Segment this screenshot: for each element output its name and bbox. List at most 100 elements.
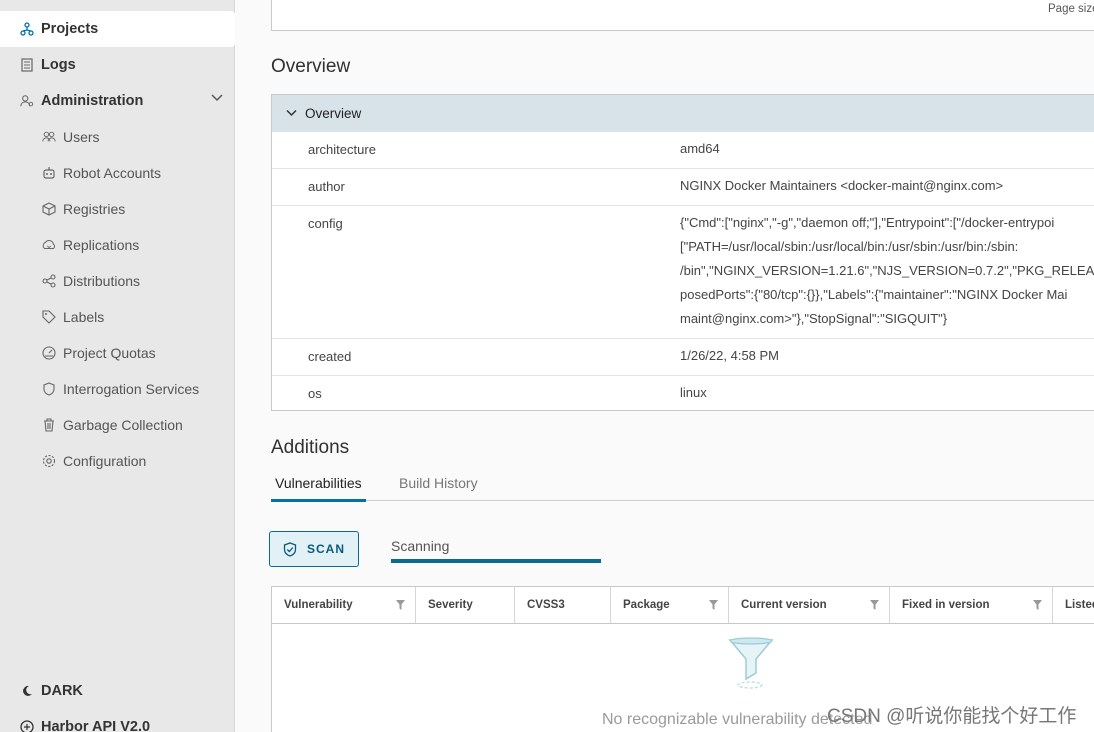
administration-icon [20,94,34,108]
scan-button-label: SCAN [306,542,345,556]
api-link-label: Harbor API V2.0 [41,719,151,732]
api-icon [20,720,34,732]
sidebar-item-label: Distributions [63,273,141,289]
page-size-label: Page size [1048,3,1094,15]
gear-icon [42,454,56,468]
column-listed[interactable]: Listed [1053,587,1094,623]
scan-progress-bar [391,559,601,563]
sidebar-item-label: Users [63,129,100,145]
registries-icon [42,202,56,216]
column-current-version[interactable]: Current version [729,587,890,623]
overview-key: author [308,179,345,194]
sidebar-item-label: Project Quotas [63,345,156,361]
sidebar-item-replications[interactable]: Replications [0,227,235,263]
sidebar-item-logs[interactable]: Logs [0,47,235,83]
tab-build-history[interactable]: Build History [399,475,478,499]
users-icon [42,130,56,144]
overview-value: amd64 [680,141,720,156]
tab-vulnerabilities[interactable]: Vulnerabilities [271,475,366,502]
overview-key: architecture [308,142,376,157]
filter-icon[interactable] [709,600,718,610]
chevron-down-icon[interactable] [211,94,223,102]
trash-icon [42,418,56,432]
overview-row: os linux [272,375,1094,411]
theme-toggle-label: DARK [41,683,83,699]
column-cvss3[interactable]: CVSS3 [515,587,611,623]
tag-icon [42,310,56,324]
sidebar-item-interrogation-services[interactable]: Interrogation Services [0,371,235,407]
column-label: Listed [1065,599,1094,611]
sidebar-item-label: Replications [63,237,140,253]
empty-filter-icon [728,637,774,691]
sidebar-item-label: Registries [63,201,126,217]
overview-title: Overview [271,56,351,77]
overview-panel-header[interactable]: Overview [272,95,1094,131]
overview-row: architecture amd64 [272,131,1094,168]
main-content: Page size 15 Overview Overview architect… [236,0,1094,732]
sidebar-item-robot-accounts[interactable]: Robot Accounts [0,155,235,191]
sidebar-item-label: Interrogation Services [63,381,200,397]
moon-icon [20,684,34,698]
shield-check-icon [283,541,297,557]
column-package[interactable]: Package [611,587,729,623]
column-label: CVSS3 [527,599,565,611]
sidebar-item-label: Robot Accounts [63,165,162,181]
column-label: Current version [741,599,827,611]
sidebar-item-label: Labels [63,309,105,325]
sidebar-item-label: Projects [41,21,99,37]
overview-key: os [308,386,322,401]
additions-title: Additions [271,437,350,458]
shield-icon [42,382,56,396]
grid-header: Vulnerability Severity CVSS3 Package Cur… [272,587,1094,624]
api-link[interactable]: Harbor API V2.0 [0,709,235,732]
filter-icon[interactable] [396,600,405,610]
column-fixed-in-version[interactable]: Fixed in version [890,587,1053,623]
share-icon [42,274,56,288]
additions-tabs: Vulnerabilities Build History [271,471,1094,502]
dashboard-icon [42,346,56,360]
sidebar-item-garbage-collection[interactable]: Garbage Collection [0,407,235,443]
sidebar-item-label: Configuration [63,453,147,469]
sidebar-item-users[interactable]: Users [0,119,235,155]
column-label: Fixed in version [902,599,990,611]
replications-icon [42,238,56,252]
overview-key: created [308,349,352,364]
overview-value: 1/26/22, 4:58 PM [680,348,780,363]
overview-value: NGINX Docker Maintainers <docker-maint@n… [680,178,1004,193]
sidebar-item-registries[interactable]: Registries [0,191,235,227]
overview-panel-title: Overview [305,105,362,121]
overview-row: config {"Cmd":["nginx","-g","daemon off;… [272,205,1094,338]
sidebar-item-labels[interactable]: Labels [0,299,235,335]
column-label: Package [623,599,670,611]
logs-icon [20,58,34,72]
overview-key: config [308,216,343,231]
sidebar-item-project-quotas[interactable]: Project Quotas [0,335,235,371]
sidebar-item-label: Garbage Collection [63,417,183,433]
scan-button[interactable]: SCAN [269,531,359,567]
robot-icon [42,166,56,180]
overview-value: {"Cmd":["nginx","-g","daemon off;"],"Ent… [680,215,1094,326]
pagination-bar: Page size 15 [271,0,1094,31]
sidebar-item-projects[interactable]: Projects [0,11,235,47]
column-vulnerability[interactable]: Vulnerability [272,587,416,623]
sidebar-item-label: Administration [41,93,144,109]
chevron-down-icon [286,109,297,117]
sidebar-item-administration[interactable]: Administration [0,83,235,119]
scan-status: Scanning [391,538,450,554]
sidebar: Projects Logs Administration Users Robot… [0,0,235,732]
column-severity[interactable]: Severity [416,587,515,623]
overview-row: created 1/26/22, 4:58 PM [272,338,1094,375]
overview-row: author NGINX Docker Maintainers <docker-… [272,168,1094,205]
column-label: Severity [428,599,473,611]
projects-icon [20,22,34,36]
theme-toggle[interactable]: DARK [0,673,235,709]
column-label: Vulnerability [284,599,353,611]
watermark: CSDN @听说你能找个好工作 [827,706,1077,727]
sidebar-item-label: Logs [41,57,76,73]
sidebar-item-distributions[interactable]: Distributions [0,263,235,299]
overview-panel: Overview architecture amd64 author NGINX… [271,94,1094,411]
filter-icon[interactable] [870,600,879,610]
sidebar-item-configuration[interactable]: Configuration [0,443,235,479]
filter-icon[interactable] [1033,600,1042,610]
overview-value: linux [680,385,707,400]
